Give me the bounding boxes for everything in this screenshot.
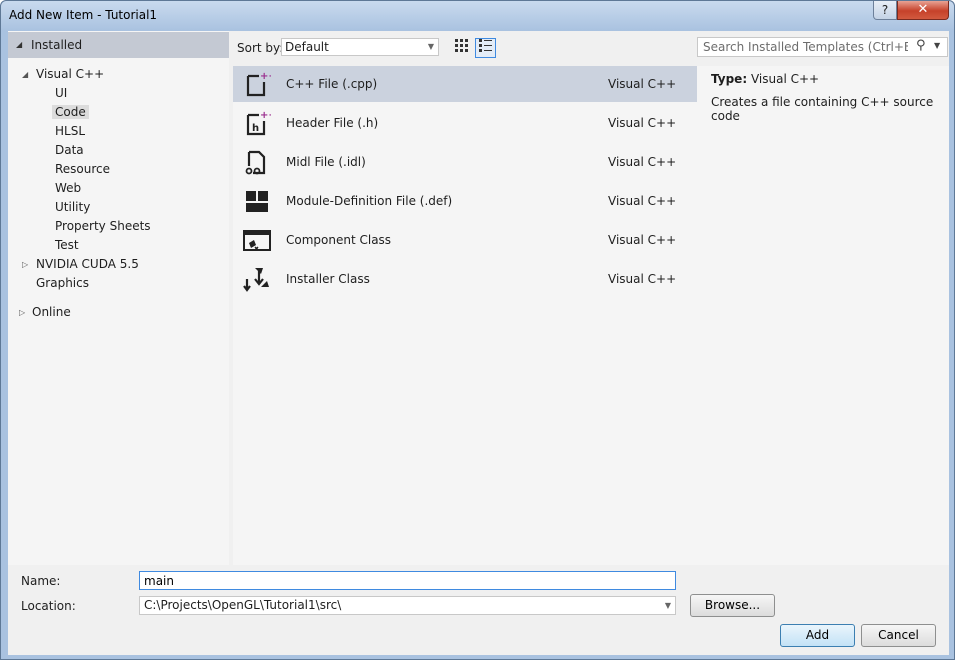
template-row-module-definition[interactable]: Module-Definition File (.def) Visual C++ [233,183,697,219]
category-tree: ◢ Installed ◢ Visual C++ UI Code HLSL Da… [8,31,229,565]
svg-text:h: h [252,123,259,134]
grid-view-icon [455,39,468,52]
details-panel: Type: Visual C++ Creates a file containi… [697,66,949,565]
collapse-triangle-icon[interactable]: ◢ [16,40,22,49]
tree-item-resource[interactable]: Resource [55,160,110,179]
module-definition-icon [246,191,268,212]
list-view-icon [479,39,492,52]
template-row-cpp-file[interactable]: ++ C++ File (.cpp) Visual C++ [233,66,697,102]
name-field[interactable] [139,571,676,590]
collapsed-triangle-icon[interactable]: ▷ [19,303,25,322]
window-title: Add New Item - Tutorial1 [9,8,158,22]
component-class-icon [243,230,271,251]
tree-item-hlsl[interactable]: HLSL [55,122,85,141]
template-name: Midl File (.idl) [286,155,366,169]
search-icon[interactable]: ⚲ [916,38,926,53]
tree-item-nvidia-cuda[interactable]: ▷ NVIDIA CUDA 5.5 [22,255,139,274]
location-label: Location: [21,599,76,613]
help-button[interactable]: ? [873,1,897,20]
installer-class-icon [243,268,269,292]
template-name: Installer Class [286,272,370,286]
template-name: Header File (.h) [286,116,379,130]
installed-header[interactable]: ◢ Installed [8,32,229,58]
sort-by-value: Default [285,40,329,54]
template-language: Visual C++ [608,155,677,169]
tree-item-test[interactable]: Test [55,236,79,255]
browse-button[interactable]: Browse... [690,594,775,617]
template-language: Visual C++ [608,77,677,91]
dialog-client: ◢ Installed ◢ Visual C++ UI Code HLSL Da… [8,31,949,655]
tree-item-code[interactable]: Code [52,103,89,122]
cancel-button[interactable]: Cancel [861,624,936,647]
details-type: Type: Visual C++ [711,72,819,86]
midl-file-icon [245,150,266,175]
dropdown-arrow-icon: ▼ [427,42,434,51]
svg-text:++: ++ [260,71,271,82]
header-file-icon: h ++ [246,110,271,136]
sort-by-label: Sort by: [237,41,284,55]
small-icons-view-button[interactable] [451,38,472,58]
template-language: Visual C++ [608,116,677,130]
template-language: Visual C++ [608,272,677,286]
expanded-triangle-icon[interactable]: ◢ [22,65,28,84]
cpp-file-icon: ++ [246,71,271,97]
svg-text:++: ++ [260,110,271,121]
template-name: Module-Definition File (.def) [286,194,453,208]
search-input[interactable] [698,38,908,56]
template-row-component-class[interactable]: Component Class Visual C++ [233,222,697,258]
template-row-header-file[interactable]: h ++ Header File (.h) Visual C++ [233,105,697,141]
type-label: Type: [711,72,748,86]
template-list: ++ C++ File (.cpp) Visual C++ h ++ Heade… [233,66,697,565]
search-box[interactable]: ⚲ ▼ [697,37,948,57]
tree-item-graphics[interactable]: Graphics [36,274,89,293]
title-bar[interactable]: Add New Item - Tutorial1 ? ✕ [1,1,954,31]
close-button[interactable]: ✕ [897,1,949,20]
template-name: C++ File (.cpp) [286,77,378,91]
tree-item-online[interactable]: ▷ Online [19,303,71,322]
tree-item-property-sheets[interactable]: Property Sheets [55,217,151,236]
name-label: Name: [21,574,61,588]
location-value: C:\Projects\OpenGL\Tutorial1\src\ [144,598,342,612]
tree-item-web[interactable]: Web [55,179,81,198]
tree-item-utility[interactable]: Utility [55,198,90,217]
tree-item-ui[interactable]: UI [55,84,67,103]
list-view-button[interactable] [475,38,496,58]
details-description: Creates a file containing C++ source cod… [711,95,934,123]
template-row-installer-class[interactable]: Installer Class Visual C++ [233,261,697,297]
type-value: Visual C++ [750,72,820,86]
sort-by-dropdown[interactable]: Default ▼ [281,38,439,56]
dialog-window: Add New Item - Tutorial1 ? ✕ ◢ Installed… [0,0,955,660]
template-name: Component Class [286,233,392,247]
tree-item-visual-cpp[interactable]: ◢ Visual C++ [22,65,104,84]
sort-bar: Sort by: Default ▼ [237,31,697,66]
dropdown-arrow-icon[interactable]: ▼ [665,597,671,614]
collapsed-triangle-icon[interactable]: ▷ [22,255,28,274]
add-button[interactable]: Add [780,624,855,647]
search-dropdown-arrow-icon[interactable]: ▼ [934,41,940,50]
tree-item-data[interactable]: Data [55,141,84,160]
installed-label: Installed [31,38,83,52]
template-language: Visual C++ [608,233,677,247]
location-field[interactable]: C:\Projects\OpenGL\Tutorial1\src\ ▼ [139,596,676,615]
template-row-midl-file[interactable]: Midl File (.idl) Visual C++ [233,144,697,180]
template-language: Visual C++ [608,194,677,208]
